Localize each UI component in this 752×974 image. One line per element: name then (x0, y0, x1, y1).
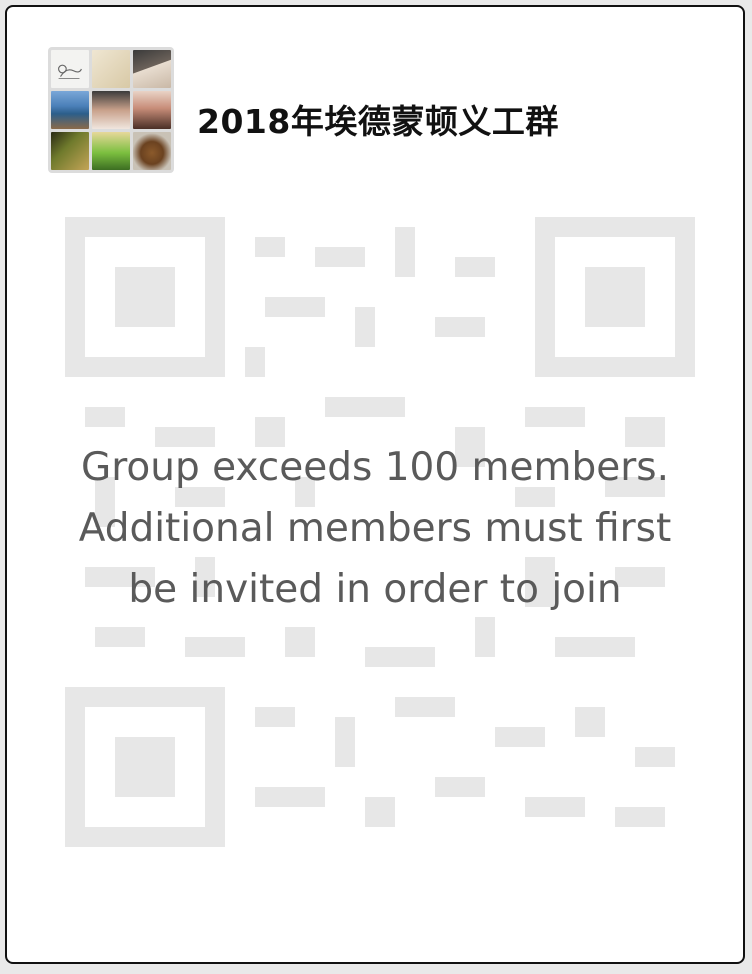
member-avatar-7 (51, 132, 89, 170)
member-avatar-1 (51, 50, 89, 88)
member-avatar-3 (133, 50, 171, 88)
member-avatar-8 (92, 132, 130, 170)
group-name: 2018年埃德蒙顿义工群 (197, 102, 559, 141)
member-avatar-4 (51, 91, 89, 129)
group-full-notice: Group exceeds 100 members. Additional me… (7, 437, 743, 620)
notice-line-2: Additional members must first (78, 506, 672, 551)
member-avatar-9 (133, 132, 171, 170)
member-avatar-2 (92, 50, 130, 88)
group-qr-card: 2018年埃德蒙顿义工群 Group exceeds 100 members. … (5, 5, 745, 964)
notice-line-1: Group exceeds 100 members. (80, 445, 670, 490)
member-avatar-6 (133, 91, 171, 129)
group-avatar (48, 47, 174, 173)
notice-line-3: be invited in order to join (128, 567, 622, 612)
member-avatar-5 (92, 91, 130, 129)
